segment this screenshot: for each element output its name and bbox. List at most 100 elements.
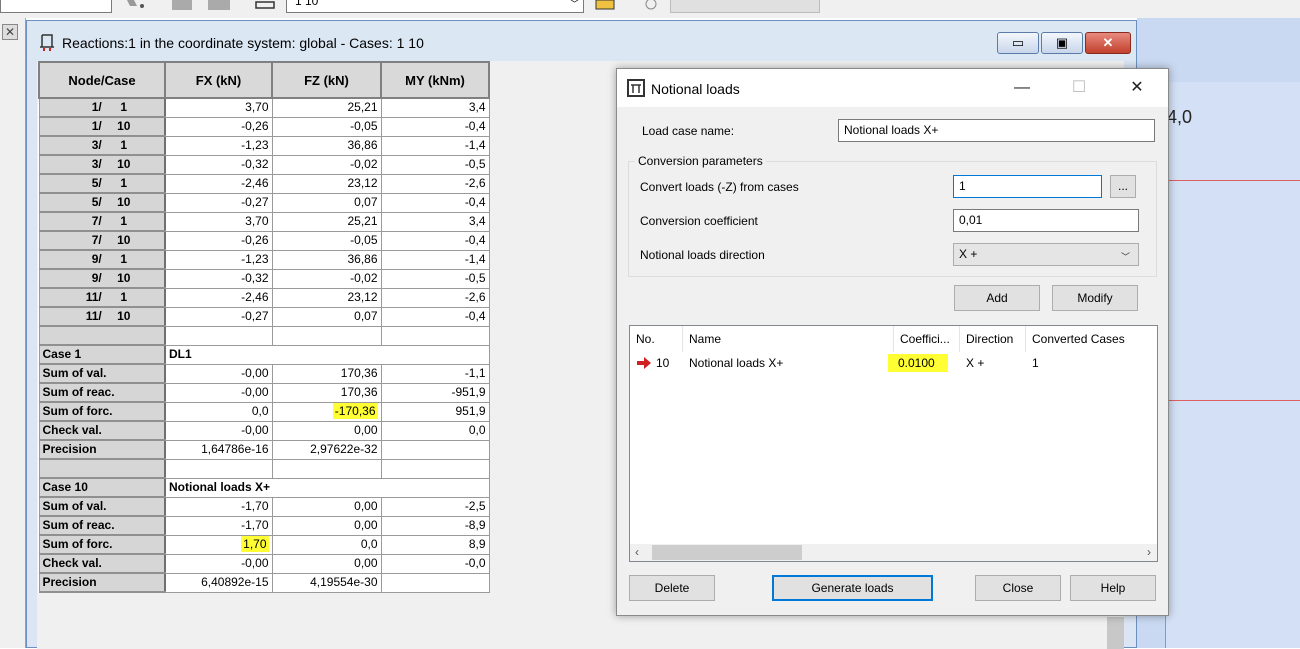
value-cell-fz[interactable]: 23,12 [271,287,382,308]
table-row[interactable]: 11/10 -0,27 0,07 -0,4 [38,306,490,327]
value-cell-my[interactable]: 0,0 [380,420,490,441]
value-cell-my[interactable]: 8,9 [380,534,490,555]
value-cell-my[interactable]: -2,6 [380,173,490,194]
node-case-cell[interactable]: 1/10 [38,116,166,137]
value-cell-fx[interactable]: -0,27 [164,306,273,327]
toolbar-combo-right[interactable] [670,0,820,13]
case-name-cell[interactable]: Notional loads X+ [164,477,490,498]
value-cell-fz[interactable]: 23,12 [271,173,382,194]
table-row[interactable]: 7/1 3,70 25,21 3,4 [38,211,490,232]
value-cell-fz[interactable]: 0,00 [271,553,382,574]
summary-label-cell[interactable]: Sum of val. [38,363,166,384]
convert-cases-input[interactable]: 1 [953,175,1102,198]
toolbar-icon-1[interactable] [172,0,192,10]
column-header[interactable]: FX (kN) [164,61,273,99]
node-case-cell[interactable]: 11/10 [38,306,166,327]
table-row[interactable]: 9/1 -1,23 36,86 -1,4 [38,249,490,270]
conversion-coefficient-input[interactable]: 0,01 [953,209,1139,232]
add-button[interactable]: Add [954,285,1040,311]
case-header-row[interactable]: Case 10 Notional loads X+ [38,477,490,498]
node-case-cell[interactable]: 1/1 [38,97,166,118]
node-case-cell[interactable]: 5/10 [38,192,166,213]
toolbar-results-icon[interactable] [594,0,616,10]
close-dialog-button[interactable]: Close [975,575,1061,601]
list-column-header[interactable]: Direction [960,326,1026,352]
value-cell-fx[interactable]: -1,23 [164,135,273,156]
browse-cases-button[interactable]: ... [1110,175,1136,198]
value-cell-my[interactable]: -1,4 [380,135,490,156]
value-cell-fx[interactable]: -0,26 [164,116,273,137]
value-cell-fz[interactable]: 170,36 [271,363,382,384]
chevron-right-icon[interactable]: › [1147,544,1151,561]
value-cell-fz[interactable]: -0,05 [271,116,382,137]
value-cell-fz[interactable]: -0,02 [271,268,382,289]
value-cell-my[interactable]: -2,6 [380,287,490,308]
summary-row[interactable]: Sum of reac. -1,70 0,00 -8,9 [38,515,490,536]
chevron-left-icon[interactable]: ‹ [635,544,639,561]
summary-row[interactable]: Sum of forc. 0,0 -170,36 951,9 [38,401,490,422]
value-cell-my[interactable] [380,572,490,593]
summary-row[interactable]: Precision 6,40892e-15 4,19554e-30 [38,572,490,593]
value-cell-fx[interactable]: -1,23 [164,249,273,270]
summary-row[interactable]: Sum of val. -0,00 170,36 -1,1 [38,363,490,384]
close-icon[interactable]: ✕ [2,24,18,40]
vertical-scrollbar[interactable] [1107,617,1124,649]
summary-row[interactable]: Sum of reac. -0,00 170,36 -951,9 [38,382,490,403]
value-cell-my[interactable]: -2,5 [380,496,490,517]
toolbar-combo-left[interactable] [0,0,112,13]
summary-label-cell[interactable]: Sum of reac. [38,515,166,536]
table-row[interactable]: 7/10 -0,26 -0,05 -0,4 [38,230,490,251]
delete-button[interactable]: Delete [629,575,715,601]
value-cell-fz[interactable]: 170,36 [271,382,382,403]
value-cell-my[interactable]: -0,4 [380,230,490,251]
case-name-cell[interactable]: DL1 [164,344,490,365]
scrollbar-thumb[interactable] [652,545,802,560]
case-label-cell[interactable]: Case 10 [38,477,166,498]
value-cell-fx[interactable]: -0,00 [164,553,273,574]
toolbar-case-combo[interactable]: 1 10 ﹀ [286,0,584,13]
value-cell-fz[interactable]: 0,00 [271,515,382,536]
value-cell-fx[interactable]: 6,40892e-15 [164,572,273,593]
summary-row[interactable]: Check val. -0,00 0,00 -0,0 [38,553,490,574]
notional-loads-list[interactable]: No. Name Coeffici... Direction Converted… [629,325,1158,562]
list-column-header[interactable]: Coeffici... [894,326,960,352]
spacer-row[interactable] [38,325,490,346]
table-row[interactable]: 9/10 -0,32 -0,02 -0,5 [38,268,490,289]
value-cell-my[interactable]: -1,4 [380,249,490,270]
close-button[interactable]: ✕ [1085,32,1131,54]
direction-select[interactable]: X + ﹀ [953,243,1139,266]
value-cell-fx[interactable]: -1,70 [164,515,273,536]
dialog-title-bar[interactable]: Notional loads — ☐ ✕ [617,69,1168,107]
value-cell-fx[interactable]: -1,70 [164,496,273,517]
toolbar-tool-icon[interactable] [124,0,146,10]
case-label-cell[interactable]: Case 1 [38,344,166,365]
dialog-close-button[interactable]: ✕ [1114,75,1160,101]
table-row[interactable]: 3/10 -0,32 -0,02 -0,5 [38,154,490,175]
table-row[interactable]: 3/1 -1,23 36,86 -1,4 [38,135,490,156]
summary-label-cell[interactable]: Sum of forc. [38,534,166,555]
load-case-name-input[interactable]: Notional loads X+ [838,119,1155,142]
value-cell-my[interactable]: 3,4 [380,211,490,232]
reactions-title-bar[interactable]: Reactions:1 in the coordinate system: gl… [27,21,1136,61]
node-case-cell[interactable]: 7/10 [38,230,166,251]
summary-label-cell[interactable]: Check val. [38,420,166,441]
value-cell-fz[interactable]: -0,05 [271,230,382,251]
value-cell-fx[interactable]: 1,64786e-16 [164,439,273,460]
horizontal-scrollbar[interactable]: ‹ › [630,544,1157,561]
value-cell-fx[interactable]: -0,00 [164,420,273,441]
value-cell-fz[interactable]: 0,0 [271,534,382,555]
value-cell-fx[interactable]: -0,32 [164,154,273,175]
node-case-cell[interactable]: 7/1 [38,211,166,232]
value-cell-my[interactable]: -0,5 [380,268,490,289]
node-case-cell[interactable]: 3/1 [38,135,166,156]
value-cell-fx[interactable]: -0,00 [164,363,273,384]
value-cell-fz[interactable]: -0,02 [271,154,382,175]
value-cell-fx[interactable]: 3,70 [164,97,273,118]
value-cell-my[interactable]: -0,4 [380,116,490,137]
summary-label-cell[interactable]: Precision [38,572,166,593]
maximize-button[interactable]: ▣ [1041,32,1083,54]
list-column-header[interactable]: No. [630,326,683,352]
value-cell-fz[interactable]: 0,00 [271,496,382,517]
table-row[interactable]: 1/1 3,70 25,21 3,4 [38,97,490,118]
value-cell-fz[interactable]: 0,07 [271,192,382,213]
